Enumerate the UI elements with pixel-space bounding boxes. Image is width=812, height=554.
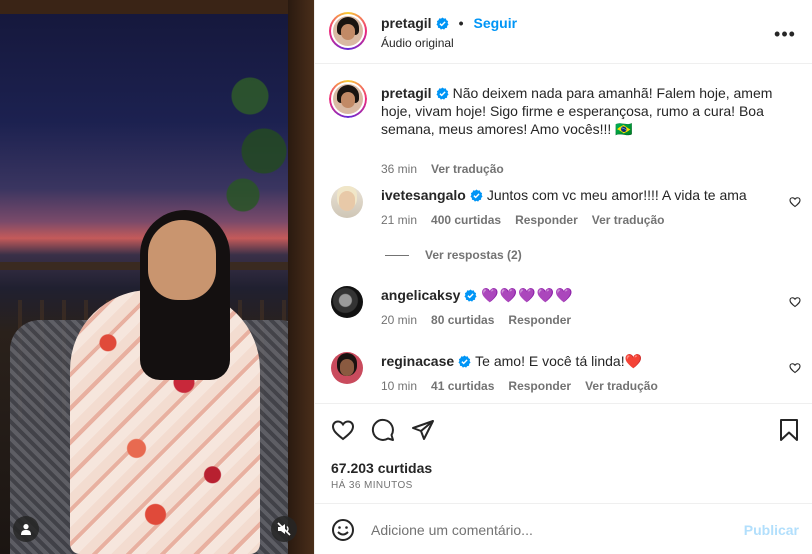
publish-button[interactable]: Publicar	[744, 522, 799, 538]
verified-icon	[470, 189, 483, 202]
view-replies-label: Ver respostas (2)	[425, 248, 522, 262]
verified-icon	[436, 87, 449, 100]
heart-icon	[331, 420, 355, 441]
comment-text-block: angelicaksy 💜💜💜💜💜	[381, 286, 781, 304]
comment-button[interactable]	[369, 416, 397, 444]
reply-button[interactable]: Responder	[508, 379, 571, 393]
like-comment-heart-icon[interactable]	[789, 296, 801, 308]
comment-text: Juntos com vc meu amor!!!! A vida te ama	[486, 187, 747, 203]
add-comment-bar: Publicar	[315, 503, 812, 554]
caption-text-block: pretagil Não deixem nada para amanhã! Fa…	[381, 84, 781, 138]
emoji-button[interactable]	[329, 516, 357, 544]
comment-text: Te amo! E você tá linda!	[475, 353, 625, 369]
comment-likes[interactable]: 41 curtidas	[431, 379, 494, 393]
more-icon: •••	[774, 23, 796, 44]
comment-text-block: ivetesangalo Juntos com vc meu amor!!!! …	[381, 186, 781, 204]
reply-button[interactable]: Responder	[515, 213, 578, 227]
author-line: pretagil • Seguir	[381, 15, 517, 31]
separator-dot: •	[458, 15, 464, 31]
caption-avatar[interactable]	[329, 80, 367, 118]
post-actions: 67.203 curtidas HÁ 36 MINUTOS Publicar	[315, 403, 812, 554]
like-button[interactable]	[329, 416, 357, 444]
comment-meta: 20 min 80 curtidas Responder	[381, 313, 571, 327]
author-avatar[interactable]	[329, 12, 367, 50]
sound-off-icon	[277, 522, 291, 536]
bookmark-icon	[780, 419, 798, 441]
comment-input[interactable]	[371, 518, 731, 542]
save-button[interactable]	[775, 416, 803, 444]
post-details-panel: pretagil • Seguir Áudio original ••• pre…	[314, 0, 812, 554]
like-comment-heart-icon[interactable]	[789, 196, 801, 208]
video-frame-top	[0, 0, 314, 14]
like-comment-heart-icon[interactable]	[789, 362, 801, 374]
caption-username[interactable]: pretagil	[381, 85, 432, 101]
comment-item: ivetesangalo Juntos com vc meu amor!!!! …	[331, 186, 801, 246]
verified-icon	[436, 16, 449, 30]
post-video[interactable]	[0, 0, 314, 554]
comment-text: 💜💜💜💜💜	[481, 287, 574, 303]
comment-item: reginacase Te amo! E você tá linda!❤️ 10…	[331, 352, 801, 402]
comments-list[interactable]: pretagil Não deixem nada para amanhã! Fa…	[315, 64, 812, 402]
post-likes-count[interactable]: 67.203 curtidas	[331, 460, 432, 476]
caption-meta: 36 min Ver tradução	[381, 162, 504, 176]
caption: pretagil Não deixem nada para amanhã! Fa…	[329, 80, 801, 190]
comment-username[interactable]: angelicaksy	[381, 287, 460, 303]
user-icon	[21, 524, 31, 535]
post-timestamp[interactable]: HÁ 36 MINUTOS	[331, 480, 413, 491]
mute-button[interactable]	[271, 516, 297, 542]
translate-link[interactable]: Ver tradução	[585, 379, 658, 393]
commenter-avatar[interactable]	[331, 286, 363, 318]
comment-time[interactable]: 21 min	[381, 213, 417, 227]
translate-link[interactable]: Ver tradução	[592, 213, 665, 227]
more-options-button[interactable]: •••	[773, 22, 797, 46]
video-person-face	[148, 220, 216, 300]
comment-username[interactable]: ivetesangalo	[381, 187, 466, 203]
comment-meta: 21 min 400 curtidas Responder Ver traduç…	[381, 213, 664, 227]
comment-time[interactable]: 20 min	[381, 313, 417, 327]
comment-meta: 10 min 41 curtidas Responder Ver traduçã…	[381, 379, 658, 393]
video-plant	[222, 30, 292, 250]
video-frame-right	[288, 0, 314, 554]
author-username[interactable]: pretagil	[381, 15, 432, 31]
reply-button[interactable]: Responder	[508, 313, 571, 327]
commenter-avatar[interactable]	[331, 186, 363, 218]
caption-time[interactable]: 36 min	[381, 162, 417, 176]
comment-text-block: reginacase Te amo! E você tá linda!❤️	[381, 352, 781, 370]
replies-divider	[385, 254, 409, 256]
tagged-users-button[interactable]	[13, 516, 39, 542]
comment-item: angelicaksy 💜💜💜💜💜 20 min 80 curtidas Res…	[331, 286, 801, 336]
post-header: pretagil • Seguir Áudio original •••	[315, 0, 812, 64]
caption-translate-link[interactable]: Ver tradução	[431, 162, 504, 176]
comment-icon	[371, 418, 394, 441]
comment-likes[interactable]: 80 curtidas	[431, 313, 494, 327]
red-heart-emoji: ❤️	[624, 353, 643, 369]
follow-button[interactable]: Seguir	[473, 15, 517, 31]
verified-icon	[458, 355, 471, 368]
comment-time[interactable]: 10 min	[381, 379, 417, 393]
emoji-icon	[332, 519, 354, 541]
view-replies-button[interactable]: Ver respostas (2)	[385, 248, 522, 262]
audio-label[interactable]: Áudio original	[381, 36, 454, 50]
send-icon	[412, 420, 434, 440]
comment-likes[interactable]: 400 curtidas	[431, 213, 501, 227]
verified-icon	[464, 289, 477, 302]
commenter-avatar[interactable]	[331, 352, 363, 384]
share-button[interactable]	[409, 416, 437, 444]
comment-username[interactable]: reginacase	[381, 353, 454, 369]
